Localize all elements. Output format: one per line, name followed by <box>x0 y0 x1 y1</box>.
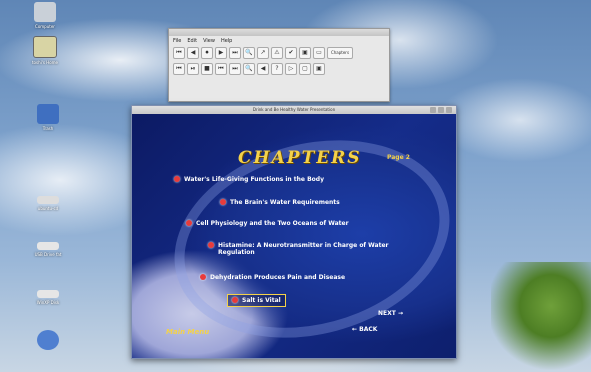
minimize-icon[interactable] <box>430 107 436 113</box>
pointer-icon[interactable]: ↗ <box>257 47 269 59</box>
page-indicator: Page 2 <box>387 154 410 161</box>
prev-icon[interactable]: ⏮ <box>215 63 227 75</box>
next-button[interactable]: NEXT → <box>378 310 403 317</box>
warning-icon[interactable]: ⚠ <box>271 47 283 59</box>
bullet-icon <box>186 220 192 226</box>
window-controls <box>430 107 452 113</box>
desktop-icon-cd[interactable]: ubuntu-cd <box>18 196 78 211</box>
desktop-icon-disk[interactable]: WinXP Disk <box>18 290 78 305</box>
desktop-icon-label: Trash <box>42 126 54 131</box>
window-icon[interactable]: ▭ <box>313 47 325 59</box>
chapters-button[interactable]: Chapters <box>327 47 353 59</box>
cd-drive-icon <box>37 196 59 204</box>
window-title: Drink and Be Healthy Water Presentation <box>252 107 336 112</box>
desktop-icon-home[interactable]: toshi's Home <box>15 36 75 65</box>
desktop-icon-label: WinXP Disk <box>36 300 60 305</box>
toolbar-window-titlebar[interactable] <box>169 29 389 36</box>
main-menu-link[interactable]: Main Menu <box>166 328 209 336</box>
last-icon[interactable]: ⏭ <box>229 47 241 59</box>
rewind-icon[interactable]: ⏮ <box>173 63 185 75</box>
chapter-label: Dehydration Produces Pain and Disease <box>210 274 346 281</box>
chapter-link-6[interactable]: Salt is Vital <box>227 294 286 307</box>
zoom-icon[interactable]: 🔍 <box>243 47 255 59</box>
record-icon[interactable]: ⏺ <box>201 47 213 59</box>
chapter-label: The Brain's Water Requirements <box>230 199 340 206</box>
chapter-link-2[interactable]: The Brain's Water Requirements <box>220 199 340 206</box>
check-icon[interactable]: ✔ <box>285 47 297 59</box>
forward-icon[interactable]: ▷ <box>285 63 297 75</box>
player-toolbar-window: File Edit View Help ⏮ ◀ ⏺ ▶ ⏭ 🔍 ↗ ⚠ ✔ ▣ … <box>168 28 390 102</box>
chapter-link-5[interactable]: Dehydration Produces Pain and Disease <box>200 274 345 281</box>
disk-drive-icon <box>37 290 59 298</box>
next-label: NEXT <box>378 310 396 317</box>
usb-drive-icon <box>37 242 59 250</box>
chapter-link-4[interactable]: Histamine: A Neurotransmitter in Charge … <box>208 242 408 256</box>
arrow-left-icon: ← <box>352 326 358 333</box>
desktop-icon-computer[interactable]: Computer <box>15 2 75 29</box>
network-globe-icon <box>37 330 59 350</box>
chapter-link-3[interactable]: Cell Physiology and the Two Oceans of Wa… <box>186 220 349 227</box>
close-icon[interactable] <box>446 107 452 113</box>
toolbar-row-1: ⏮ ◀ ⏺ ▶ ⏭ 🔍 ↗ ⚠ ✔ ▣ ▭ Chapters <box>169 45 389 61</box>
chapters-heading: CHAPTERS <box>238 148 362 168</box>
home-folder-icon <box>33 36 57 58</box>
desktop-icon-usb[interactable]: USB Drive fat <box>18 242 78 257</box>
desktop-icon-network[interactable] <box>18 330 78 352</box>
save-icon[interactable]: ▣ <box>313 63 325 75</box>
bullet-icon <box>174 176 180 182</box>
menu-file[interactable]: File <box>173 38 181 44</box>
bullet-icon <box>208 242 214 248</box>
arrow-right-icon: → <box>397 310 403 317</box>
chapter-label: Cell Physiology and the Two Oceans of Wa… <box>196 220 349 227</box>
pause-icon[interactable]: ⏯ <box>187 63 199 75</box>
box-icon[interactable]: ▢ <box>299 63 311 75</box>
chapter-label: Histamine: A Neurotransmitter in Charge … <box>218 242 389 256</box>
chapter-link-1[interactable]: Water's Life-Giving Functions in the Bod… <box>174 176 324 183</box>
computer-icon <box>34 2 56 22</box>
desktop-icon-label: toshi's Home <box>31 60 58 65</box>
trash-icon <box>37 104 59 124</box>
desktop-icon-label: Computer <box>35 24 55 29</box>
play-icon[interactable]: ▶ <box>215 47 227 59</box>
desktop-icon-label: ubuntu-cd <box>37 206 59 211</box>
first-icon[interactable]: ⏮ <box>173 47 185 59</box>
bullet-icon <box>220 199 226 205</box>
chapters-screen: CHAPTERS Page 2 Water's Life-Giving Func… <box>132 111 456 358</box>
next-icon[interactable]: ⏭ <box>229 63 241 75</box>
chapter-label: Water's Life-Giving Functions in the Bod… <box>184 176 324 183</box>
left-icon[interactable]: ◀ <box>257 63 269 75</box>
stop-icon[interactable]: ■ <box>201 63 213 75</box>
frame-icon[interactable]: ▣ <box>299 47 311 59</box>
menu-help[interactable]: Help <box>221 38 232 44</box>
desktop-icon-trash[interactable]: Trash <box>18 104 78 131</box>
presentation-titlebar[interactable]: Drink and Be Healthy Water Presentation <box>132 106 456 114</box>
desktop-icon-label: USB Drive fat <box>34 252 62 257</box>
help-icon[interactable]: ? <box>271 63 283 75</box>
menu-view[interactable]: View <box>203 38 215 44</box>
back-icon[interactable]: ◀ <box>187 47 199 59</box>
presentation-window: Drink and Be Healthy Water Presentation … <box>131 105 457 359</box>
toolbar-menubar: File Edit View Help <box>169 36 389 45</box>
back-label: BACK <box>359 326 378 333</box>
bullet-icon <box>200 274 206 280</box>
maximize-icon[interactable] <box>438 107 444 113</box>
tree-decoration <box>491 262 591 372</box>
menu-edit[interactable]: Edit <box>187 38 197 44</box>
search-icon[interactable]: 🔍 <box>243 63 255 75</box>
back-button[interactable]: ← BACK <box>352 326 377 333</box>
bullet-icon <box>232 297 238 303</box>
chapter-label: Salt is Vital <box>242 297 281 304</box>
toolbar-row-2: ⏮ ⏯ ■ ⏮ ⏭ 🔍 ◀ ? ▷ ▢ ▣ <box>169 61 389 77</box>
